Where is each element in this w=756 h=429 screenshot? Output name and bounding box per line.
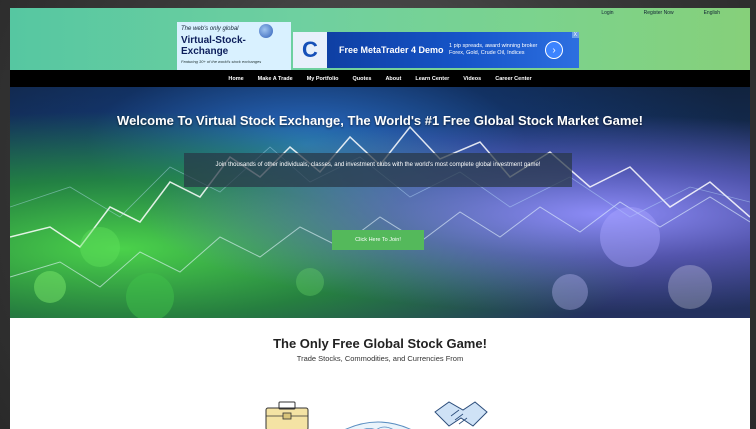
handshake-icon [434,401,488,427]
logo-name: Virtual-Stock-Exchange [181,35,246,57]
logo-subtitle: Featuring 30+ of the world's stock excha… [181,59,262,64]
nav-home[interactable]: Home [228,76,243,82]
nav-my-portfolio[interactable]: My Portfolio [307,76,339,82]
page: Login Register Now English The web's onl… [10,8,750,429]
header: Login Register Now English The web's onl… [10,8,750,70]
language-link[interactable]: English [704,10,720,16]
section-title: The Only Free Global Stock Game! [273,336,487,351]
advertisement-banner[interactable]: C Free MetaTrader 4 Demo 1 pip spreads, … [293,32,579,68]
utility-bar: Login Register Now English [601,10,750,16]
login-link[interactable]: Login [601,10,613,16]
ad-close-button[interactable]: X [571,32,579,38]
ad-logo-icon: C [293,32,327,68]
nav-about[interactable]: About [385,76,401,82]
nav-quotes[interactable]: Quotes [353,76,372,82]
section-subtitle: Trade Stocks, Commodities, and Currencie… [296,354,464,363]
globe-icon [345,421,411,429]
hero-banner: Welcome To Virtual Stock Exchange, The W… [10,87,750,318]
nav-make-a-trade[interactable]: Make A Trade [258,76,293,82]
register-link[interactable]: Register Now [644,10,674,16]
globe-icon [259,24,273,38]
main-nav: Home Make A Trade My Portfolio Quotes Ab… [10,70,750,87]
ad-title: Free MetaTrader 4 Demo [339,45,444,55]
nav-learn-center[interactable]: Learn Center [415,76,449,82]
hero-title: Welcome To Virtual Stock Exchange, The W… [117,113,643,128]
ad-text: 1 pip spreads, award winning broker Fore… [449,43,538,56]
hero-description: Join thousands of other individuals, cla… [184,153,572,187]
join-button[interactable]: Click Here To Join! [332,230,424,250]
nav-career-center[interactable]: Career Center [495,76,531,82]
briefcase-icon [265,401,309,429]
chevron-right-icon[interactable]: › [545,41,563,59]
nav-videos[interactable]: Videos [463,76,481,82]
site-logo[interactable]: The web's only global Virtual-Stock-Exch… [177,22,291,70]
